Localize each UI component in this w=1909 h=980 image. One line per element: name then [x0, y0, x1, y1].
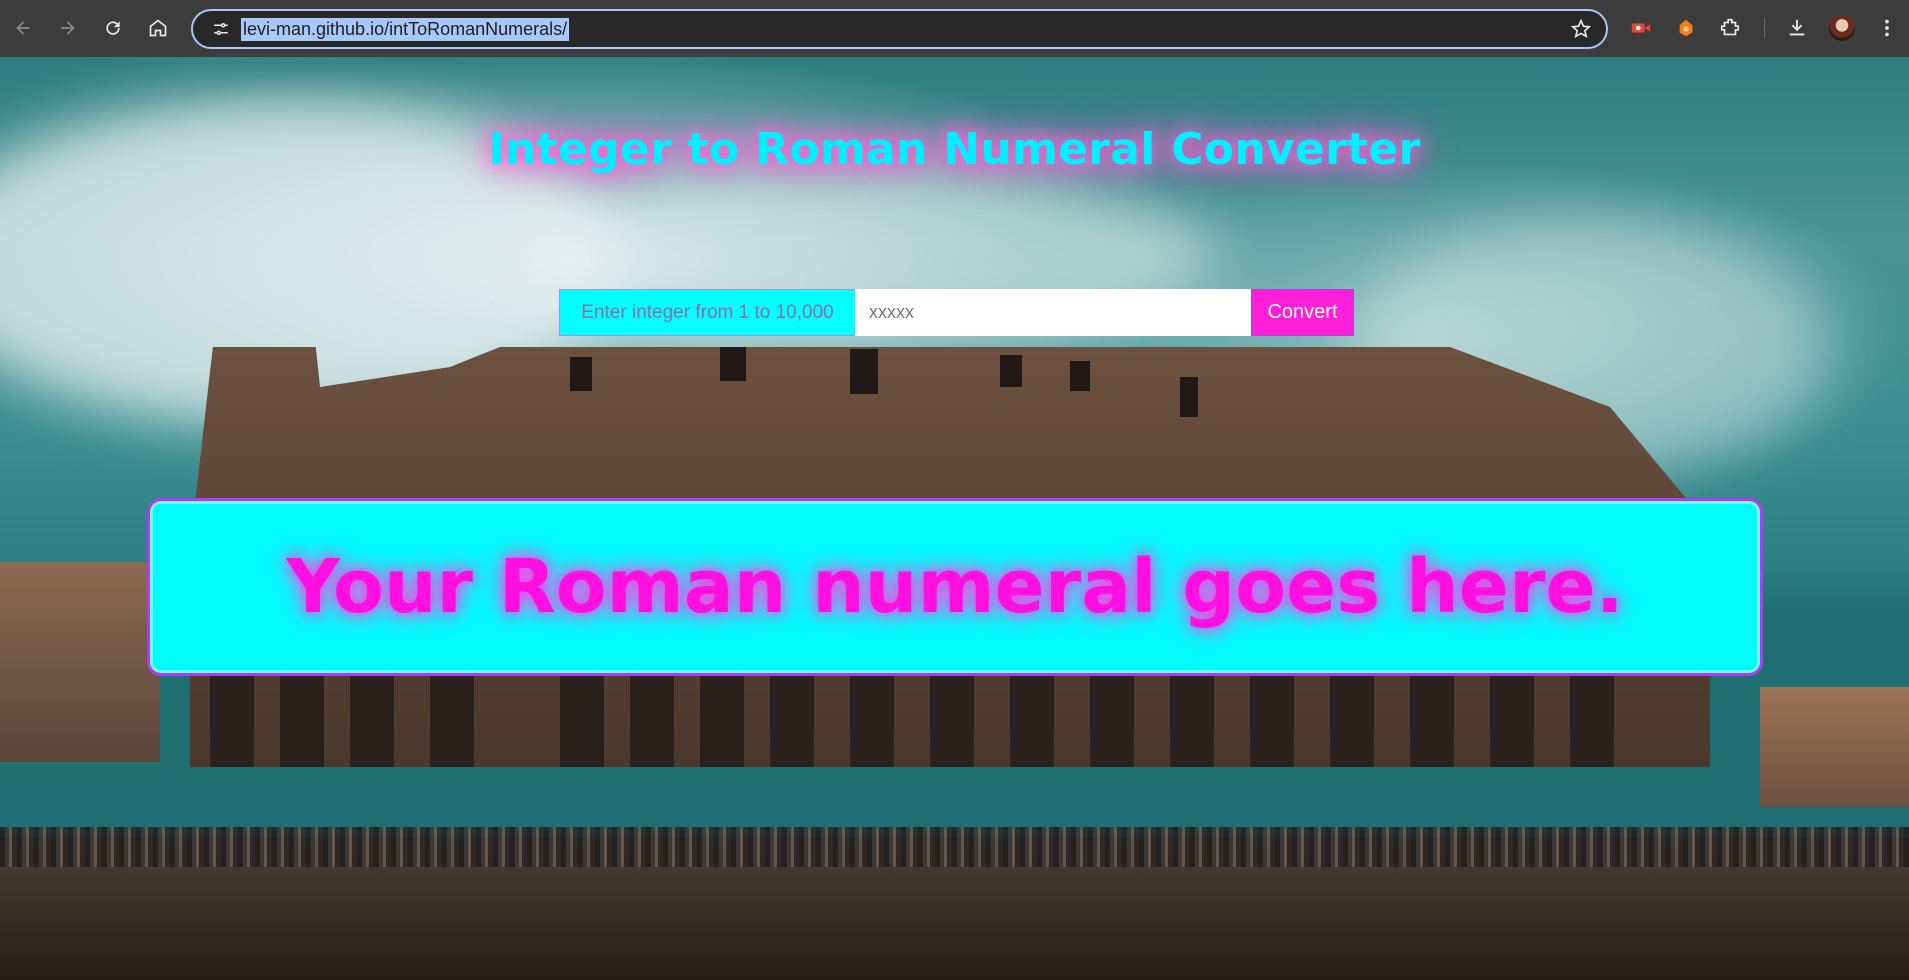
star-icon — [1570, 18, 1592, 38]
tune-icon — [214, 23, 228, 35]
extension-red-button[interactable] — [1626, 13, 1656, 43]
site-info-button[interactable] — [201, 11, 241, 47]
home-icon — [149, 19, 167, 37]
integer-input[interactable] — [855, 289, 1251, 336]
browser-toolbar: levi-man.github.io/intToRomanNumerals/ — [0, 0, 1909, 57]
profile-avatar[interactable] — [1829, 15, 1855, 41]
result-text: Your Roman numeral goes here. — [286, 544, 1624, 630]
toolbar-divider — [1764, 18, 1765, 38]
address-bar[interactable]: levi-man.github.io/intToRomanNumerals/ — [191, 9, 1608, 49]
home-button[interactable] — [140, 10, 176, 46]
video-extension-icon — [1631, 23, 1651, 33]
integer-input-label: Enter integer from 1 to 10,000 — [559, 289, 855, 336]
reload-icon — [106, 21, 120, 35]
downloads-button[interactable] — [1782, 13, 1812, 43]
url-text[interactable]: levi-man.github.io/intToRomanNumerals/ — [241, 17, 570, 41]
building-right — [1760, 687, 1909, 807]
reload-button[interactable] — [95, 10, 131, 46]
converter-form: Enter integer from 1 to 10,000 Convert — [559, 289, 1354, 336]
menu-icon — [1885, 19, 1889, 37]
building-left — [0, 562, 160, 762]
extension-icon — [1720, 18, 1740, 36]
page-background: Integer to Roman Numeral Converter Enter… — [0, 57, 1909, 980]
back-button[interactable] — [5, 10, 41, 46]
convert-button[interactable]: Convert — [1251, 289, 1354, 336]
back-icon — [16, 21, 30, 35]
crowd — [0, 827, 1909, 867]
bookmark-button[interactable] — [1570, 18, 1592, 45]
extensions-button[interactable] — [1715, 13, 1745, 43]
extension-orange-button[interactable] — [1671, 13, 1701, 43]
page-title: Integer to Roman Numeral Converter — [488, 124, 1421, 175]
fox-extension-icon — [1679, 19, 1693, 37]
forward-button[interactable] — [50, 10, 86, 46]
menu-button[interactable] — [1872, 13, 1902, 43]
forward-icon — [61, 21, 75, 35]
result-box: Your Roman numeral goes here. — [147, 498, 1763, 676]
download-icon — [1789, 19, 1805, 36]
